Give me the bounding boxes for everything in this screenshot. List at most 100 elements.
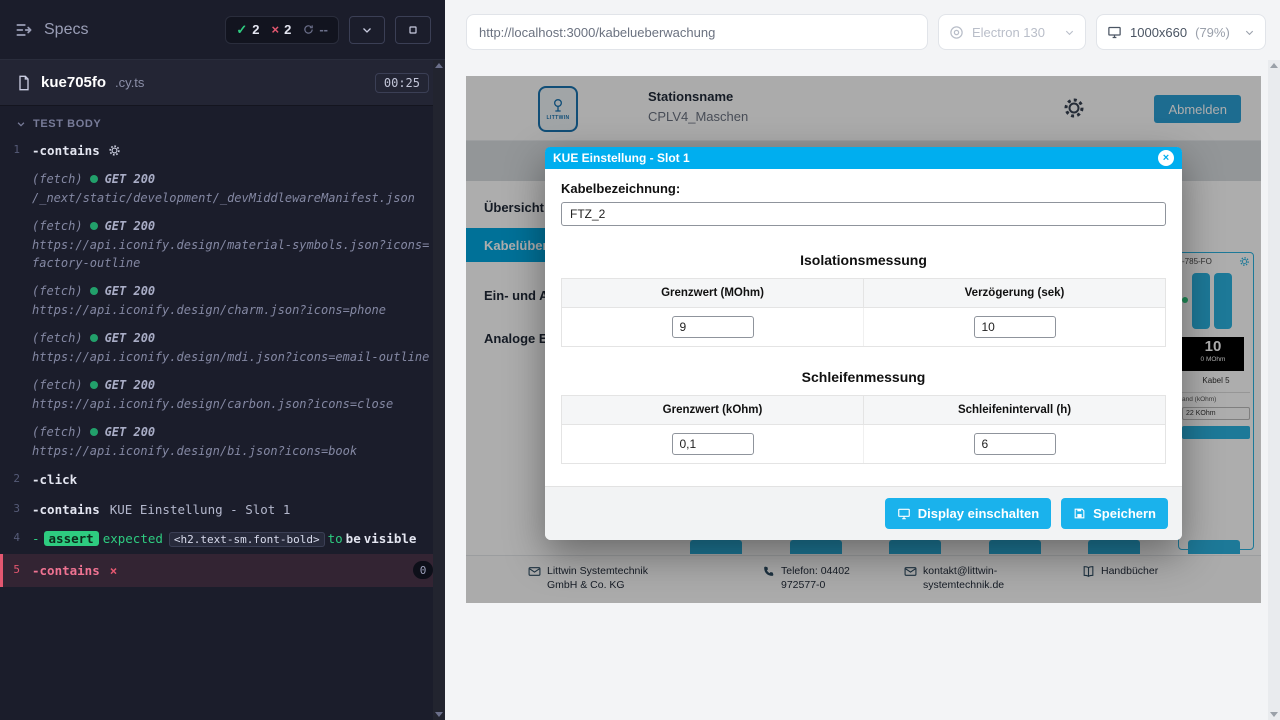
fetch-status: GET 200 [105, 170, 156, 188]
status-dot [90, 175, 98, 183]
command-number: 2 [0, 470, 32, 489]
floppy-save-icon [1073, 507, 1086, 520]
loop-table: Grenzwert (kOhm) Schleifenintervall (h) [561, 395, 1166, 464]
fetch-status: GET 200 [105, 423, 156, 441]
assert-text: be [346, 531, 361, 546]
cable-name-input[interactable] [561, 202, 1166, 226]
reporter-header: Specs ✓2 ×2 -- [0, 0, 445, 60]
scroll-down-arrow[interactable] [435, 712, 443, 717]
fetch-url: https://api.iconify.design/material-symb… [32, 236, 433, 272]
monitor-icon [1107, 25, 1122, 40]
viewport-select[interactable]: 1000x660 (79%) [1096, 14, 1266, 50]
assert-text: visible [364, 531, 417, 546]
fetch-status: GET 200 [105, 376, 156, 394]
monitor-icon [897, 507, 911, 521]
viewport-zoom: (79%) [1195, 25, 1230, 40]
assert-text: to [328, 531, 343, 546]
fail-cross-icon: × [110, 561, 118, 580]
command-row-contains-2[interactable]: 3 -containsKUE Einstellung - Slot 1 [0, 495, 445, 524]
fetch-status: GET 200 [105, 329, 156, 347]
modal-header: KUE Einstellung - Slot 1 × [545, 147, 1182, 169]
status-dot [90, 334, 98, 342]
save-button[interactable]: Speichern [1061, 498, 1168, 529]
main-scrollbar[interactable] [1268, 60, 1280, 720]
test-body-toggle[interactable]: TEST BODY [0, 106, 445, 136]
scroll-up-arrow[interactable] [1270, 63, 1278, 68]
stop-icon [407, 24, 419, 36]
command-row-click[interactable]: 2 -click [0, 465, 445, 494]
command-row-assert[interactable]: 4 -assertexpected<h2.text-sm.font-bold>t… [0, 524, 445, 553]
failed-count: ×2 [272, 22, 292, 37]
status-dot [90, 287, 98, 295]
scroll-down-arrow[interactable] [1270, 712, 1278, 717]
test-body-label: TEST BODY [33, 118, 101, 130]
isolation-heading: Isolationsmessung [545, 252, 1182, 268]
specs-title: Specs [44, 21, 88, 39]
browser-label: Electron 130 [972, 25, 1045, 40]
passed-count: ✓2 [236, 22, 259, 38]
isolation-table: Grenzwert (MOhm) Verzögerung (sek) [561, 278, 1166, 347]
assert-text: expected [103, 531, 163, 546]
chevron-down-icon [361, 24, 373, 36]
command-name: -contains [32, 143, 100, 158]
fetch-label: (fetch) [32, 170, 83, 188]
command-row-failed[interactable]: 5 -contains× 0 [0, 554, 445, 587]
command-number: 1 [0, 141, 32, 160]
network-log-row[interactable]: (fetch) GET 200 https://api.iconify.desi… [0, 277, 445, 324]
loop-interval-input[interactable] [974, 433, 1056, 455]
network-log-row[interactable]: (fetch) GET 200 https://api.iconify.desi… [0, 371, 445, 418]
kue-settings-modal: KUE Einstellung - Slot 1 × Kabelbezeichn… [545, 147, 1182, 540]
command-name: -contains [32, 561, 100, 580]
fetch-label: (fetch) [32, 329, 83, 347]
fetch-label: (fetch) [32, 217, 83, 235]
assert-dash: - [32, 531, 40, 546]
network-log-row[interactable]: (fetch) GET 200 https://api.iconify.desi… [0, 324, 445, 371]
test-stats: ✓2 ×2 -- [225, 16, 339, 44]
command-number: 4 [0, 529, 32, 548]
network-log-row[interactable]: (fetch) GET 200 https://api.iconify.desi… [0, 212, 445, 277]
spec-name: kue705fo [41, 74, 106, 91]
sidebar-scrollbar[interactable] [433, 60, 445, 720]
specs-list-icon[interactable] [14, 20, 34, 40]
chevron-down-icon [1244, 27, 1255, 38]
viewport-size: 1000x660 [1130, 25, 1187, 40]
modal-footer: Display einschalten Speichern [545, 486, 1182, 540]
iso-limit-input[interactable] [672, 316, 754, 338]
close-icon[interactable]: × [1158, 150, 1174, 166]
spec-file-row[interactable]: kue705fo .cy.ts 00:25 [0, 60, 445, 106]
cross-icon: × [272, 22, 280, 37]
collapse-reporter-button[interactable] [349, 16, 385, 44]
browser-icon [949, 25, 964, 40]
status-dot [90, 381, 98, 389]
chevron-down-icon [1064, 27, 1075, 38]
assert-selector: <h2.text-sm.font-bold> [169, 532, 325, 547]
network-log-row[interactable]: (fetch) GET 200 https://api.iconify.desi… [0, 418, 445, 465]
cypress-reporter: Specs ✓2 ×2 -- kue705fo .cy.ts 00:25 TES… [0, 0, 445, 720]
chevron-down-icon [16, 119, 26, 129]
fetch-url: https://api.iconify.design/charm.json?ic… [32, 301, 433, 319]
fetch-status: GET 200 [105, 217, 156, 235]
browser-select[interactable]: Electron 130 [938, 14, 1086, 50]
gear-icon [108, 144, 121, 157]
iso-delay-input[interactable] [974, 316, 1056, 338]
fetch-label: (fetch) [32, 282, 83, 300]
spec-timer: 00:25 [375, 73, 429, 93]
loop-heading: Schleifenmessung [545, 369, 1182, 385]
modal-title: KUE Einstellung - Slot 1 [553, 151, 690, 165]
fetch-url: https://api.iconify.design/carbon.json?i… [32, 395, 433, 413]
network-log-row[interactable]: (fetch) GET 200 /_next/static/developmen… [0, 165, 445, 212]
fetch-url: https://api.iconify.design/bi.json?icons… [32, 442, 433, 460]
command-row-contains-1[interactable]: 1 -contains [0, 136, 445, 165]
spec-file-icon [16, 75, 32, 91]
status-dot [90, 428, 98, 436]
check-icon: ✓ [236, 22, 247, 38]
url-bar[interactable] [466, 14, 928, 50]
display-on-button[interactable]: Display einschalten [885, 498, 1051, 529]
scroll-up-arrow[interactable] [435, 63, 443, 68]
spec-extension: .cy.ts [115, 75, 144, 90]
command-log: 1 -contains (fetch) GET 200 /_next/stati… [0, 136, 445, 587]
retry-count-badge: 0 [413, 561, 433, 579]
loop-limit-input[interactable] [672, 433, 754, 455]
column-header: Grenzwert (MOhm) [562, 279, 863, 307]
stop-run-button[interactable] [395, 16, 431, 44]
